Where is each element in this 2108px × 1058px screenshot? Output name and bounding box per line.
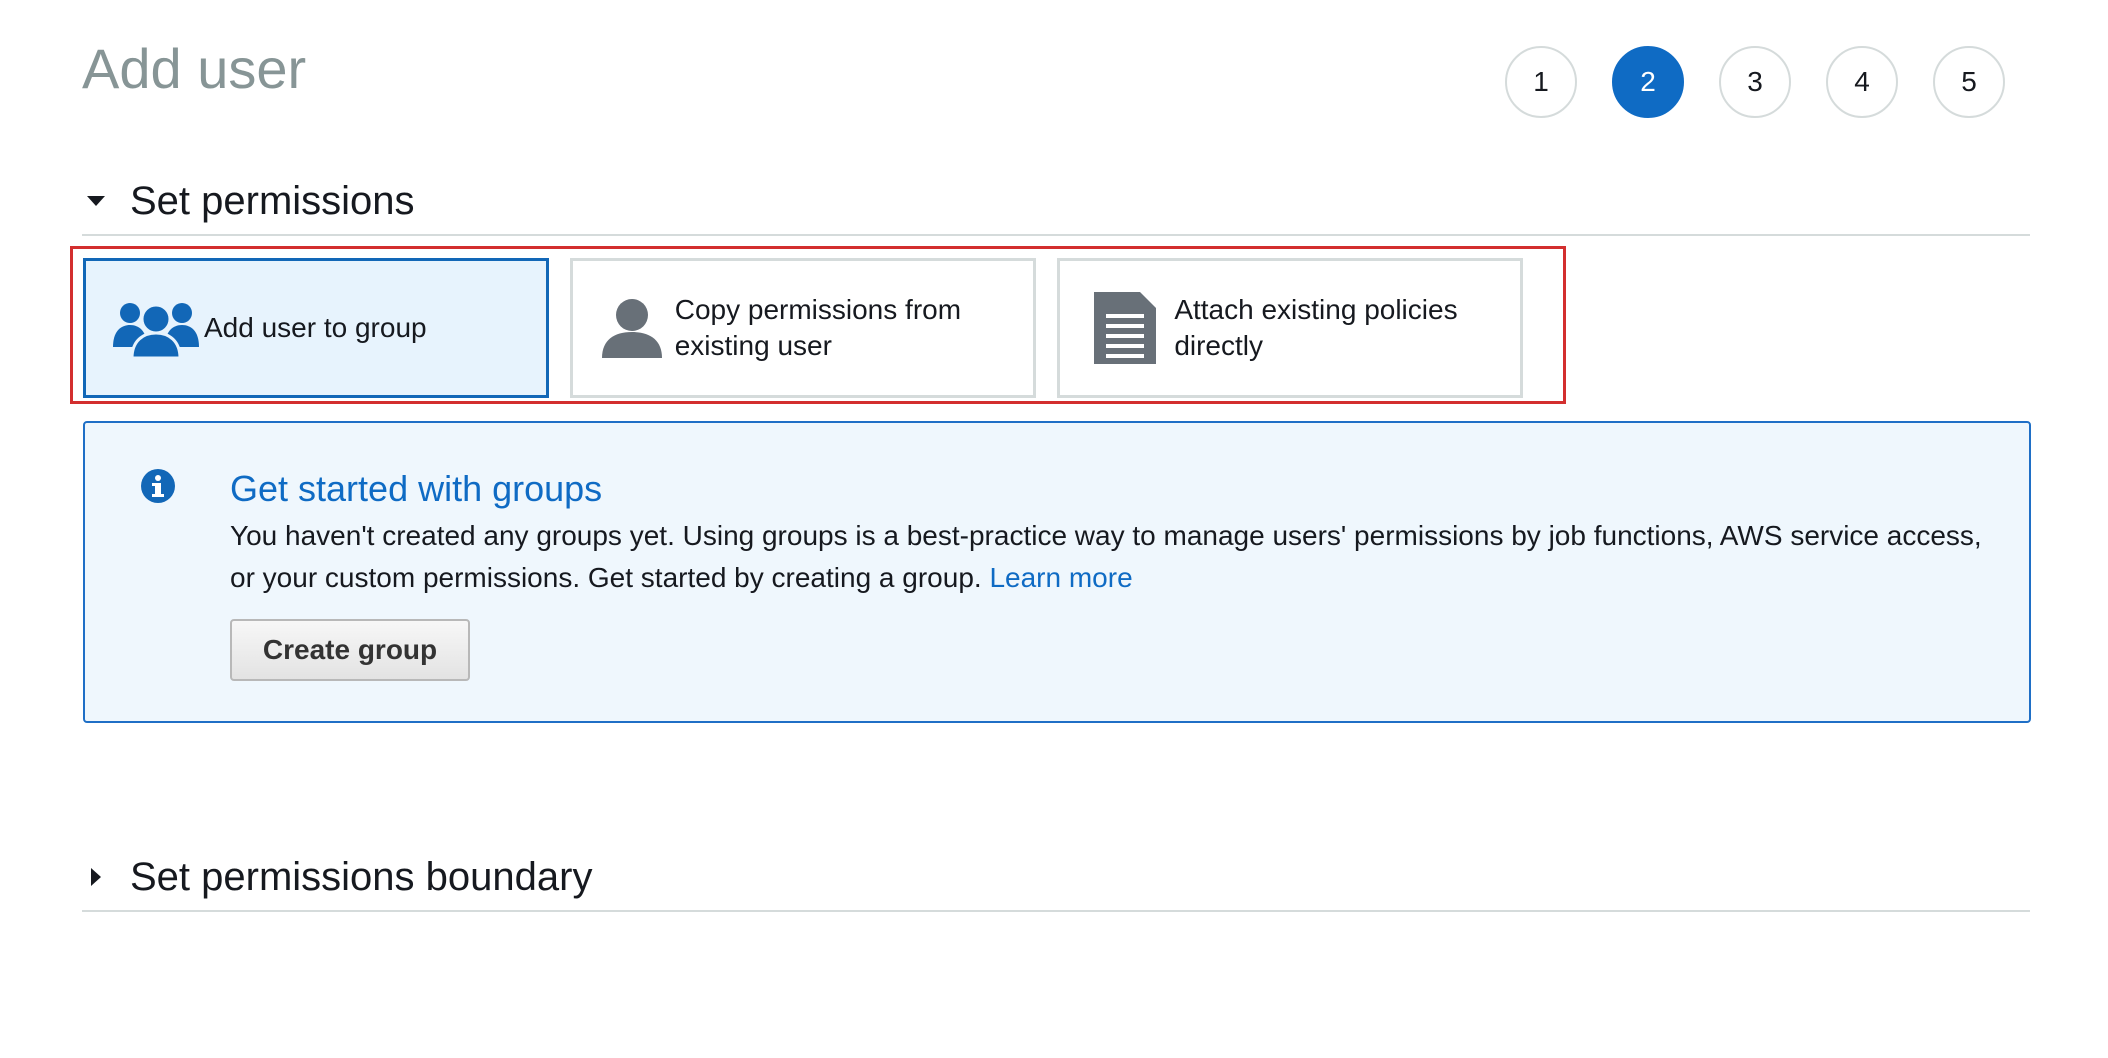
set-permissions-boundary-header[interactable]: Set permissions boundary [82,852,2030,912]
caret-down-icon [82,195,110,207]
info-title: Get started with groups [230,468,603,509]
caret-right-icon [82,867,110,887]
learn-more-link[interactable]: Learn more [989,562,1132,593]
user-icon [589,298,675,358]
info-icon [141,469,175,508]
option-attach-policies[interactable]: Attach existing policies directly [1057,258,1523,398]
option-add-user-to-group[interactable]: Add user to group [83,258,549,398]
step-5[interactable]: 5 [1933,46,2005,118]
option-label: Add user to group [204,312,427,343]
step-2[interactable]: 2 [1612,46,1684,118]
users-group-icon [108,297,204,359]
document-icon [1076,292,1174,364]
option-label: Attach existing policies directly [1174,294,1458,361]
page-title: Add user [82,37,307,100]
set-permissions-boundary-title: Set permissions boundary [130,855,593,899]
set-permissions-header[interactable]: Set permissions [82,176,2030,236]
option-label: Copy permissions from existing user [674,294,962,361]
step-3[interactable]: 3 [1719,46,1791,118]
option-copy-permissions[interactable]: Copy permissions from existing user [570,258,1036,398]
step-4[interactable]: 4 [1826,46,1898,118]
set-permissions-title: Set permissions [130,179,415,223]
info-text: You haven't created any groups yet. Usin… [230,515,1990,599]
create-group-button[interactable]: Create group [230,619,470,681]
info-alert: Get started with groups You haven't crea… [83,421,2031,723]
step-1[interactable]: 1 [1505,46,1577,118]
